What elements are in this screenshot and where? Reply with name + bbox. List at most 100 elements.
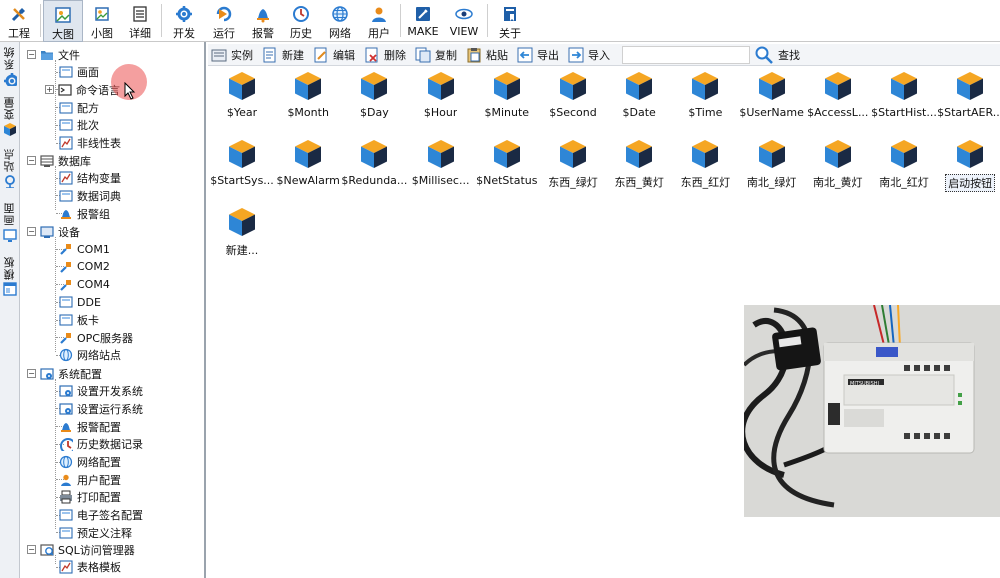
tree-item[interactable]: COM1 — [59, 241, 110, 258]
variable-item[interactable]: $Time — [672, 71, 738, 119]
toolbar-button-7[interactable]: 历史 — [282, 0, 320, 42]
toolbar-button-0[interactable]: 工程 — [0, 0, 38, 42]
toolbar-button-5[interactable]: 运行 — [204, 0, 244, 42]
vtab-4[interactable]: 模板 — [1, 256, 19, 298]
tree-item[interactable]: 用户配置 — [59, 471, 121, 488]
tree-item[interactable]: 数据词典 — [59, 187, 121, 204]
search-input[interactable] — [622, 45, 750, 64]
tree-node-sql[interactable]: − SQL访问管理器 — [27, 541, 135, 558]
tree-item[interactable]: 板卡 — [59, 312, 99, 329]
vtab-3[interactable]: 画面 — [1, 202, 19, 244]
tree-item[interactable]: 配方 — [59, 99, 99, 116]
toolbar-button-2[interactable]: 小图 — [83, 0, 121, 42]
tree-item[interactable]: 网络配置 — [59, 454, 121, 471]
variable-item[interactable]: $Minute — [474, 71, 540, 119]
toolbar-button-8[interactable]: 网络 — [320, 0, 360, 42]
tree-item[interactable]: OPC服务器 — [59, 329, 133, 346]
content-button-label: 编辑 — [333, 48, 355, 62]
collapse-icon[interactable]: − — [27, 369, 36, 378]
tree-item[interactable]: 历史数据记录 — [59, 436, 143, 455]
content-button-6[interactable]: 导出 — [514, 45, 565, 65]
variable-item[interactable]: $Millisec... — [408, 139, 474, 187]
variable-item[interactable]: 东西_红灯 — [672, 139, 738, 190]
variable-item[interactable]: $Year — [209, 71, 275, 119]
tree-item[interactable]: COM4 — [59, 276, 110, 293]
toolbar-button-6[interactable]: 报警 — [244, 0, 282, 42]
variable-item[interactable]: $StartHist... — [871, 71, 937, 119]
tree-item[interactable]: 打印配置 — [59, 489, 121, 506]
content-button-4[interactable]: 复制 — [412, 45, 463, 65]
tree-item-label: 板卡 — [77, 314, 99, 327]
collapse-icon[interactable]: − — [27, 545, 36, 554]
tree-item-label: 网络站点 — [77, 349, 121, 363]
toolbar-button-1[interactable]: 大图 — [43, 0, 83, 42]
tree-item[interactable]: 预定义注释 — [59, 524, 132, 541]
tree-item[interactable]: 批次 — [59, 117, 99, 134]
variable-item[interactable]: $StartAER... — [937, 71, 1000, 119]
collapse-icon[interactable]: − — [27, 50, 36, 59]
tree-item[interactable]: + 命令语言 — [45, 81, 120, 98]
variable-item[interactable]: 新建... — [209, 207, 275, 258]
variable-item[interactable]: 南北_绿灯 — [739, 139, 805, 190]
tree-node-sysconfig[interactable]: − 系统配置 — [27, 365, 102, 382]
toolbar-button-3[interactable]: 详细 — [121, 0, 159, 42]
variable-item[interactable]: 东西_绿灯 — [540, 139, 606, 190]
variable-item[interactable]: 启动按钮 — [937, 139, 1000, 192]
tree-item[interactable]: DDE — [59, 294, 101, 311]
variable-item[interactable]: $AccessL... — [805, 71, 871, 119]
tree-item[interactable]: 设置开发系统 — [59, 383, 143, 400]
tree-item[interactable]: 设置运行系统 — [59, 400, 143, 417]
variable-item[interactable]: 东西_黄灯 — [606, 139, 672, 190]
expand-icon[interactable]: + — [45, 85, 54, 95]
variable-item[interactable]: $Day — [341, 71, 407, 119]
tree-item[interactable]: 结构变量 — [59, 170, 121, 187]
toolbar-button-4[interactable]: 开发 — [164, 0, 204, 42]
tree-node-database[interactable]: − 数据库 — [27, 152, 91, 169]
content-button-2[interactable]: 编辑 — [310, 45, 361, 65]
tree-item[interactable]: 电子签名配置 — [59, 507, 143, 524]
content-button-3[interactable]: 删除 — [361, 45, 412, 65]
variable-item[interactable]: $StartSys... — [209, 139, 275, 187]
tree-node-file[interactable]: − 文件 — [27, 46, 80, 63]
variable-item[interactable]: $Date — [606, 71, 672, 119]
tree-item[interactable]: COM2 — [59, 258, 110, 275]
variable-item[interactable]: $NewAlarm — [275, 139, 341, 187]
variable-cube-icon — [493, 71, 521, 101]
tree-item[interactable]: 报警组 — [59, 205, 110, 222]
toolbar-button-9[interactable]: 用户 — [360, 0, 398, 42]
tree-item[interactable]: 网络站点 — [59, 347, 121, 364]
search-icon[interactable] — [754, 45, 774, 65]
tree-item[interactable]: 表格模板 — [59, 559, 121, 576]
variable-item[interactable]: 南北_黄灯 — [805, 139, 871, 190]
variable-item[interactable]: $Redunda... — [341, 139, 407, 187]
vtab-2[interactable]: 站点 — [1, 148, 19, 190]
variable-item[interactable]: $Hour — [408, 71, 474, 119]
vtab-0[interactable]: 系统 — [1, 46, 20, 89]
toolbar-button-11[interactable]: VIEW — [443, 0, 485, 42]
variable-item[interactable]: $UserName — [739, 71, 805, 119]
toolbar-button-10[interactable]: MAKE — [403, 0, 443, 42]
folder-icon — [41, 50, 53, 60]
vtab-1[interactable]: 变量 — [1, 96, 19, 138]
variable-item[interactable]: 南北_红灯 — [871, 139, 937, 190]
content-button-5[interactable]: 粘贴 — [463, 45, 514, 65]
tree-item[interactable]: 报警配置 — [59, 418, 121, 435]
cube-shape — [891, 140, 917, 168]
variable-item[interactable]: $Second — [540, 71, 606, 119]
search-label[interactable]: 查找 — [778, 47, 800, 63]
variable-item[interactable]: $Month — [275, 71, 341, 119]
variable-label: 南北_红灯 — [879, 176, 929, 189]
tree-item-label: 配方 — [77, 101, 99, 115]
tree-item[interactable]: 画面 — [59, 64, 99, 81]
collapse-icon[interactable]: − — [27, 156, 36, 165]
tree-connector — [55, 555, 56, 564]
variable-item[interactable]: $NetStatus — [474, 139, 540, 187]
content-button-7[interactable]: 导入 — [565, 45, 616, 65]
content-button-1[interactable]: 新建 — [259, 45, 310, 65]
collapse-icon[interactable]: − — [27, 227, 36, 236]
content-button-0[interactable]: 实例 — [208, 45, 259, 65]
tree-node-device[interactable]: − 设备 — [27, 223, 80, 240]
toolbar-button-12[interactable]: 关于 — [490, 0, 530, 42]
tree-item[interactable]: 非线性表 — [59, 135, 121, 152]
details-view-icon — [133, 6, 147, 22]
